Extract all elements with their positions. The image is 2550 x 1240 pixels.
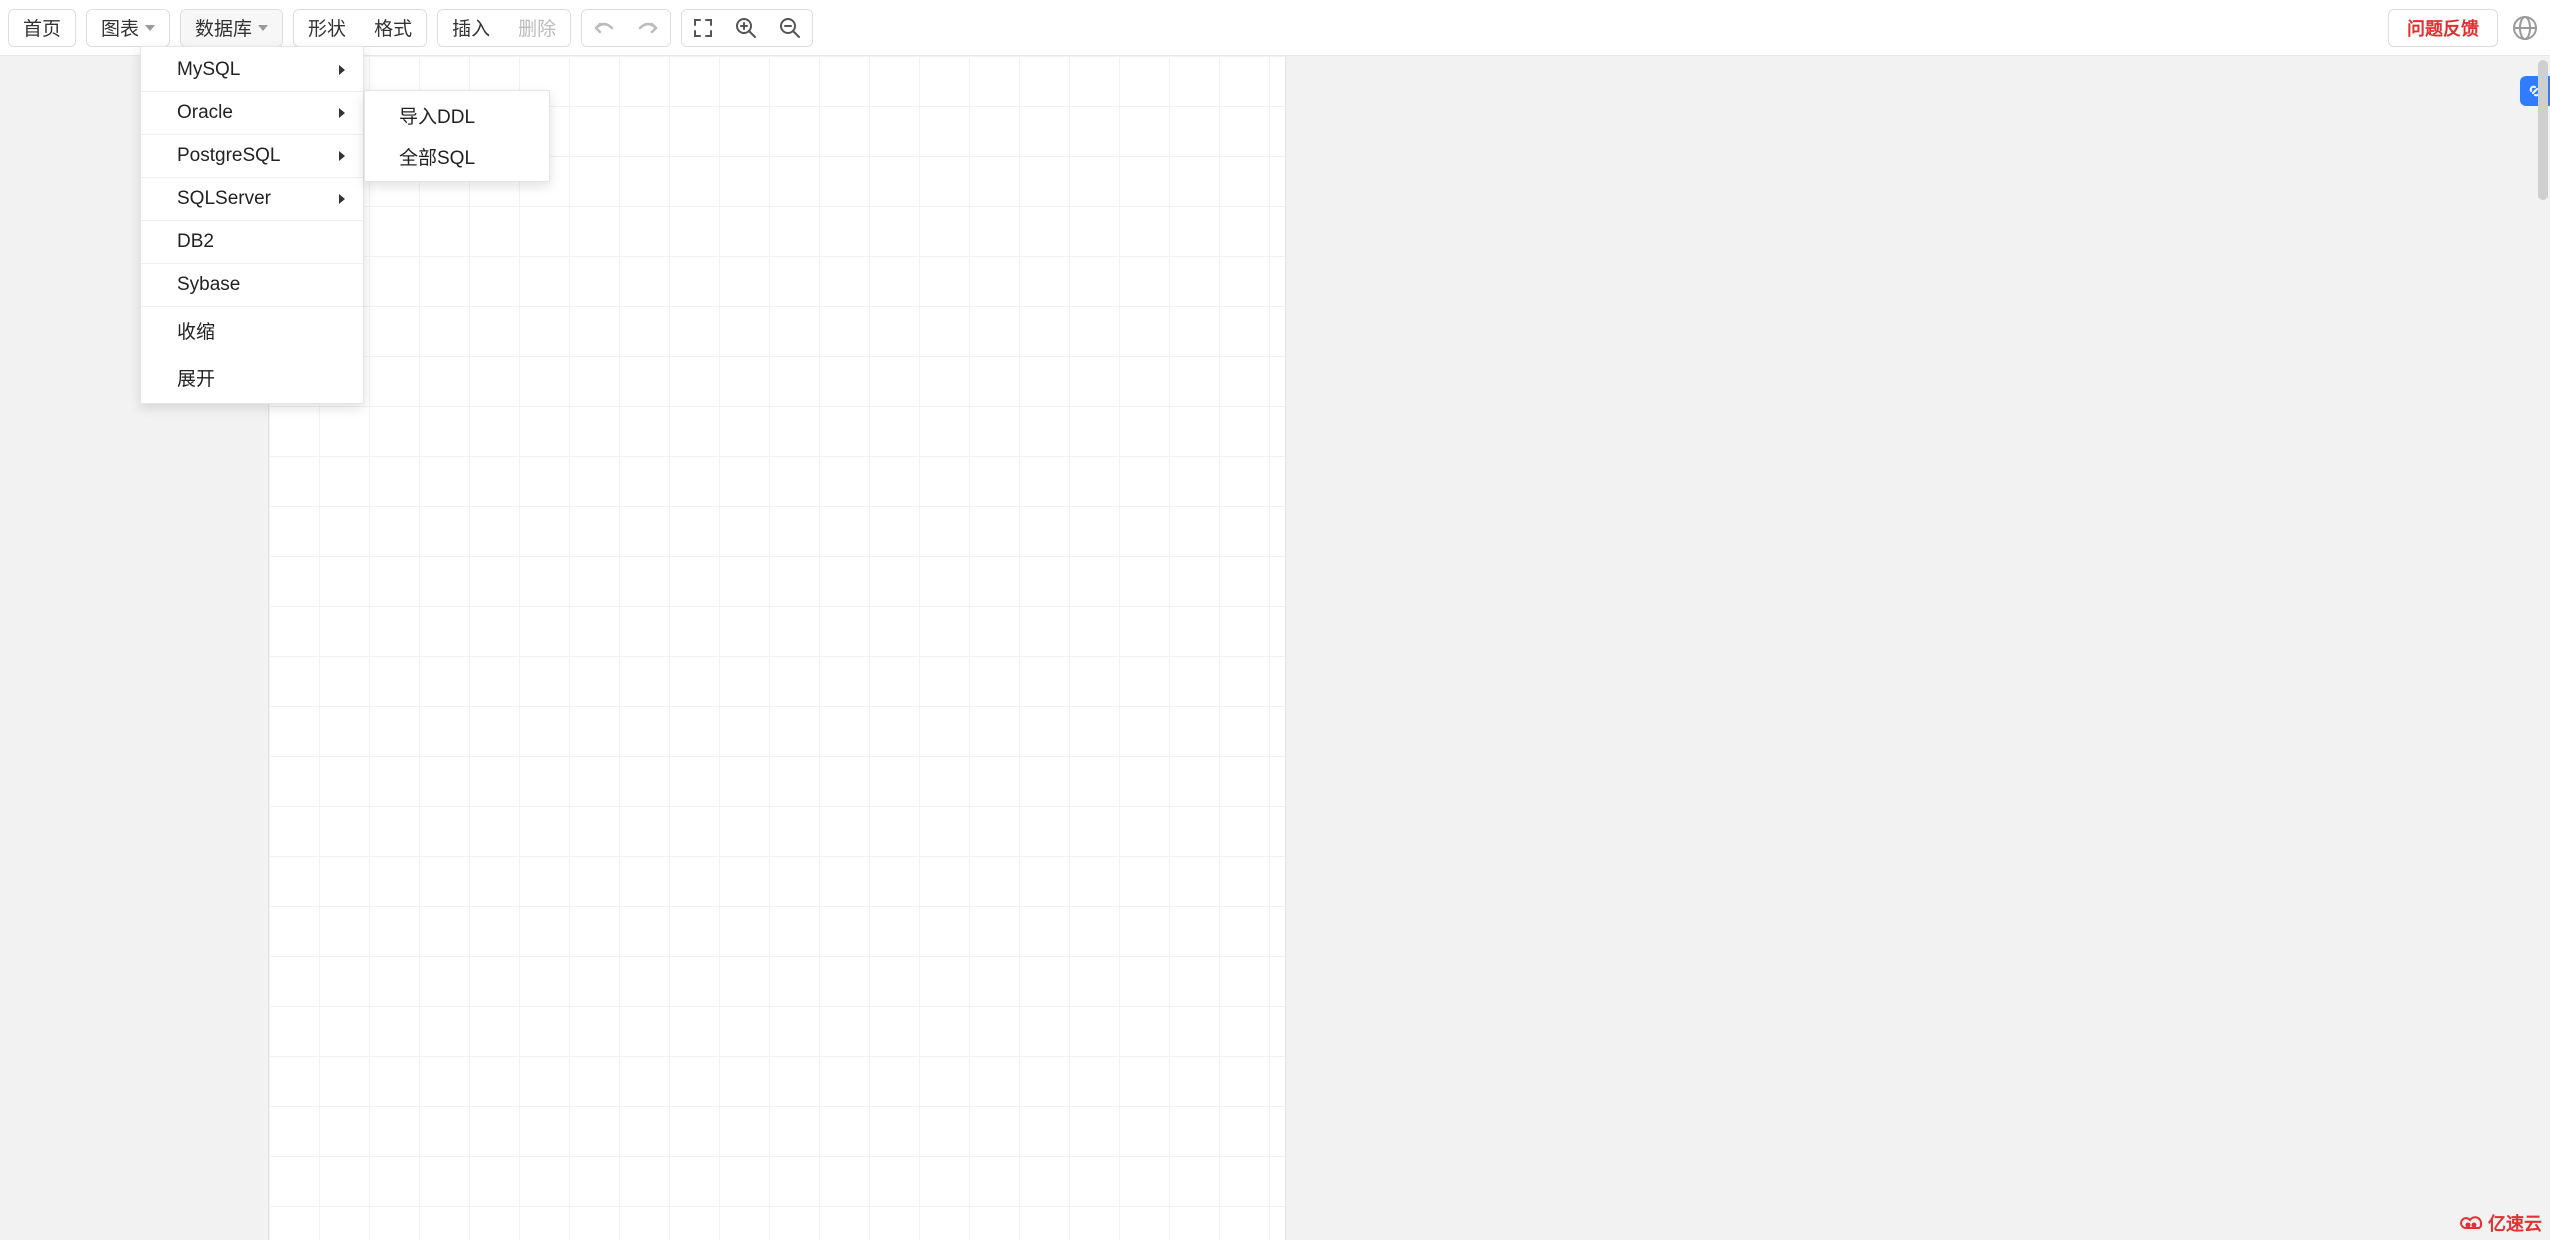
submenu-item-all-sql[interactable]: 全部SQL — [365, 136, 549, 177]
chevron-right-icon — [339, 151, 345, 161]
insert-button[interactable]: 插入 — [438, 10, 504, 46]
format-button[interactable]: 格式 — [360, 10, 426, 46]
zoom-in-icon — [734, 16, 758, 40]
chevron-down-icon — [258, 25, 268, 31]
watermark-text: 亿速云 — [2488, 1210, 2542, 1236]
undo-redo-group — [581, 9, 671, 47]
chart-dropdown-button[interactable]: 图表 — [87, 10, 169, 46]
menu-section: MySQL — [141, 49, 363, 92]
database-label: 数据库 — [195, 14, 252, 41]
menu-section: SQLServer — [141, 178, 363, 221]
watermark-logo: 亿速云 — [2458, 1210, 2542, 1236]
chevron-down-icon — [145, 25, 155, 31]
menu-section: Oracle — [141, 92, 363, 135]
fullscreen-button[interactable] — [682, 10, 724, 46]
chevron-right-icon — [339, 108, 345, 118]
toolbar: 首页 图表 数据库 形状 格式 插入 删除 — [0, 0, 2550, 56]
menu-item-label: PostgreSQL — [177, 145, 281, 167]
oracle-submenu: 导入DDL 全部SQL — [364, 90, 550, 182]
menu-section: DB2 — [141, 221, 363, 264]
zoom-out-icon — [778, 16, 802, 40]
database-dropdown-button[interactable]: 数据库 — [181, 10, 282, 46]
redo-button[interactable] — [626, 10, 670, 46]
menu-section: PostgreSQL — [141, 135, 363, 178]
menu-item-sybase[interactable]: Sybase — [141, 264, 363, 306]
chart-label: 图表 — [101, 14, 139, 41]
menu-section: Sybase — [141, 264, 363, 307]
menu-item-label: SQLServer — [177, 188, 271, 210]
database-group: 数据库 — [180, 9, 283, 47]
insert-delete-group: 插入 删除 — [437, 9, 571, 47]
menu-item-label: Sybase — [177, 274, 240, 296]
menu-section-actions: 收缩 展开 — [141, 307, 363, 401]
feedback-button[interactable]: 问题反馈 — [2388, 9, 2498, 47]
menu-item-mysql[interactable]: MySQL — [141, 49, 363, 91]
menu-item-collapse[interactable]: 收缩 — [141, 307, 363, 354]
shape-format-group: 形状 格式 — [293, 9, 427, 47]
menu-item-expand[interactable]: 展开 — [141, 354, 363, 401]
scrollbar-thumb[interactable] — [2538, 60, 2548, 200]
home-group: 首页 — [8, 9, 76, 47]
delete-button[interactable]: 删除 — [504, 10, 570, 46]
menu-item-sqlserver[interactable]: SQLServer — [141, 178, 363, 220]
workspace — [0, 56, 2550, 1240]
menu-item-label: DB2 — [177, 231, 214, 253]
menu-item-label: MySQL — [177, 59, 240, 81]
globe-icon — [2511, 14, 2539, 42]
database-dropdown-menu: MySQL Oracle PostgreSQL SQLServer DB2 Sy… — [140, 46, 364, 404]
zoom-out-button[interactable] — [768, 10, 812, 46]
menu-item-db2[interactable]: DB2 — [141, 221, 363, 263]
cloud-icon — [2458, 1214, 2484, 1232]
menu-item-label: Oracle — [177, 102, 233, 124]
menu-item-label: 收缩 — [177, 317, 215, 344]
fullscreen-icon — [692, 17, 714, 39]
vertical-scrollbar[interactable] — [2538, 60, 2548, 1210]
menu-item-label: 导入DDL — [399, 102, 475, 129]
undo-button[interactable] — [582, 10, 626, 46]
submenu-item-import-ddl[interactable]: 导入DDL — [365, 95, 549, 136]
chevron-right-icon — [339, 65, 345, 75]
menu-item-oracle[interactable]: Oracle — [141, 92, 363, 134]
canvas[interactable] — [268, 56, 1286, 1240]
chevron-right-icon — [339, 194, 345, 204]
menu-item-label: 全部SQL — [399, 143, 475, 170]
redo-icon — [636, 18, 660, 38]
view-controls-group — [681, 9, 813, 47]
language-button[interactable] — [2508, 11, 2542, 45]
menu-item-postgresql[interactable]: PostgreSQL — [141, 135, 363, 177]
shape-button[interactable]: 形状 — [294, 10, 360, 46]
menu-item-label: 展开 — [177, 364, 215, 391]
undo-icon — [592, 18, 616, 38]
chart-group: 图表 — [86, 9, 170, 47]
zoom-in-button[interactable] — [724, 10, 768, 46]
home-button[interactable]: 首页 — [9, 10, 75, 46]
